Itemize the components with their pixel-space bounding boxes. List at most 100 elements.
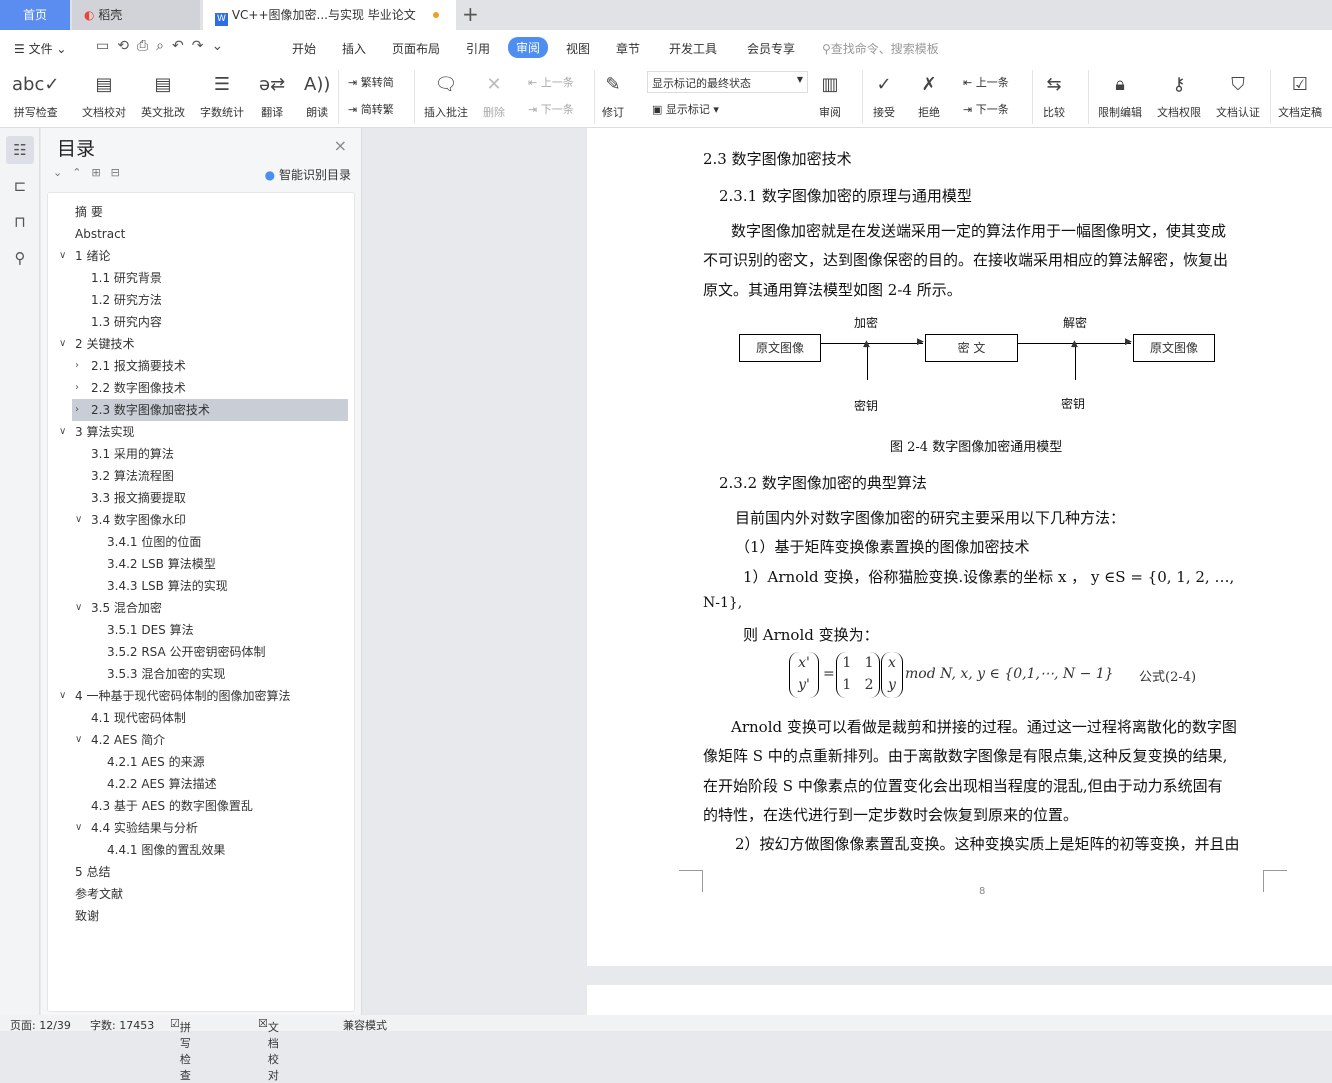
toc-item[interactable]: 4.2.2 AES 算法描述 — [48, 773, 348, 795]
doc-cert-button[interactable]: ⛉ 文档认证 — [1216, 72, 1260, 120]
menu-chapter[interactable]: 章节 — [616, 40, 640, 57]
tab-document[interactable]: W VC++图像加密...与实现 毕业论文 — [203, 0, 456, 30]
toc-item[interactable]: 3.2 算法流程图 — [48, 465, 348, 487]
menu-member[interactable]: 会员专享 — [747, 40, 795, 57]
toc-item[interactable]: 1.1 研究背景 — [48, 267, 348, 289]
toc-item[interactable]: 3.5.3 混合加密的实现 — [48, 663, 348, 685]
simp-to-trad-button[interactable]: ⇥ 简转繁 — [348, 101, 394, 117]
prev-change-button[interactable]: ⇤ 上一条 — [963, 74, 1009, 90]
toc-item[interactable]: 3.5.2 RSA 公开密钥密码体制 — [48, 641, 348, 663]
next-change-button[interactable]: ⇥ 下一条 — [963, 101, 1009, 117]
doc-permission-button[interactable]: ⚷ 文档权限 — [1157, 72, 1201, 120]
word-count-button[interactable]: ☰ 字数统计 — [200, 72, 244, 120]
toc-item[interactable]: 5 总结 — [48, 861, 348, 883]
toc-item[interactable]: › 2.2 数字图像技术 — [48, 377, 348, 399]
toc-item[interactable]: 1.2 研究方法 — [48, 289, 348, 311]
spell-check-button[interactable]: abc✓ 拼写检查 — [12, 72, 59, 120]
review-pane-button[interactable]: ▥ 审阅 — [819, 72, 841, 120]
chevron-down-icon[interactable]: ∨ — [75, 729, 82, 751]
toc-item[interactable]: ∨ 1 绪论 — [48, 245, 348, 267]
trad-to-simp-button[interactable]: ⇥ 繁转简 — [348, 74, 394, 90]
new-tab-button[interactable]: + — [462, 2, 479, 26]
menu-insert[interactable]: 插入 — [342, 40, 366, 57]
chevron-right-icon[interactable]: › — [75, 399, 79, 421]
english-correct-button[interactable]: ▤ 英文批改 — [141, 72, 185, 120]
tab-daoke[interactable]: ◐ 稻壳 — [72, 0, 200, 30]
reject-button[interactable]: ✗ 拒绝 — [918, 72, 940, 120]
menu-review[interactable]: 审阅 — [508, 37, 549, 58]
paragraph-line: 在开始阶段 S 中像素点的位置变化会出现相当程度的混乱,但由于动力系统固有 — [703, 777, 1223, 795]
toc-item[interactable]: 3.4.1 位图的位面 — [48, 531, 348, 553]
reject-icon: ✗ — [921, 74, 937, 95]
figure-label-key: 密钥 — [854, 399, 879, 413]
search-icon[interactable]: ⚲ — [6, 244, 34, 272]
toc-item[interactable]: ∨ 4.2 AES 简介 — [48, 729, 348, 751]
toc-list: 摘 要 Abstract ∨ 1 绪论 1.1 研究背景 1.2 研究方法 1.3 研究内容… — [47, 192, 355, 1012]
close-icon[interactable]: × — [334, 136, 347, 155]
chevron-down-icon[interactable]: ∨ — [59, 685, 66, 707]
show-markup-button[interactable]: ▣ 显示标记 ▾ — [652, 101, 719, 117]
toc-item[interactable]: 1.3 研究内容 — [48, 311, 348, 333]
toc-item[interactable]: Abstract — [48, 223, 348, 245]
compare-icon: ⇆ — [1046, 74, 1062, 95]
toc-item[interactable]: 致谢 — [48, 905, 348, 927]
toc-item[interactable]: 4.3 基于 AES 的数字图像置乱 — [48, 795, 348, 817]
toc-item[interactable]: 4.4.1 图像的置乱效果 — [48, 839, 348, 861]
menu-reference[interactable]: 引用 — [466, 40, 490, 57]
next-comment-button[interactable]: ⇥ 下一条 — [528, 101, 574, 117]
toc-item[interactable]: 3.3 报文摘要提取 — [48, 487, 348, 509]
toc-item[interactable]: ∨ 2 关键技术 — [48, 333, 348, 355]
delete-comment-button[interactable]: ✕ 删除 — [483, 72, 505, 120]
chevron-right-icon[interactable]: › — [75, 377, 79, 399]
doc-proof-toggle[interactable]: ☒ 文档校对 — [258, 1017, 279, 1082]
menu-layout[interactable]: 页面布局 — [392, 40, 440, 57]
revise-button[interactable]: ✎ 修订 — [602, 72, 624, 120]
chevron-down-icon[interactable]: ∨ — [75, 817, 82, 839]
menu-devtools[interactable]: 开发工具 — [669, 40, 717, 57]
toc-item[interactable]: ∨ 3.4 数字图像水印 — [48, 509, 348, 531]
menu-view[interactable]: 视图 — [566, 40, 590, 57]
toc-item[interactable]: 4.2.1 AES 的来源 — [48, 751, 348, 773]
quick-access-icons[interactable]: ▭⟲⎙⌕↶↷⌄ — [96, 38, 231, 54]
chevron-down-icon[interactable]: ∨ — [75, 509, 82, 531]
doc-proof-button[interactable]: ▤ 文档校对 — [82, 72, 126, 120]
toc-item[interactable]: 摘 要 — [48, 201, 348, 223]
spell-check-toggle[interactable]: ☑ 拼写检查 — [170, 1017, 191, 1082]
insert-comment-button[interactable]: 🗨 插入批注 — [424, 72, 468, 120]
compare-button[interactable]: ⇆ 比较 — [1043, 72, 1065, 120]
toc-item[interactable]: 3.4.3 LSB 算法的实现 — [48, 575, 348, 597]
file-menu[interactable]: ☰ 文件 ⌄ — [14, 40, 66, 57]
chevron-down-icon[interactable]: ∨ — [59, 421, 66, 443]
paragraph-line: 则 Arnold 变换为： — [743, 626, 879, 644]
toc-item[interactable]: 3.1 采用的算法 — [48, 443, 348, 465]
menu-start[interactable]: 开始 — [292, 40, 316, 57]
chevron-down-icon[interactable]: ∨ — [75, 597, 82, 619]
translate-button[interactable]: ə⇄ 翻译 — [259, 72, 285, 120]
toc-item[interactable]: 4.1 现代密码体制 — [48, 707, 348, 729]
toc-item[interactable]: ∨ 3 算法实现 — [48, 421, 348, 443]
toc-item[interactable]: › 2.3 数字图像加密技术 — [72, 399, 348, 421]
toc-icon[interactable]: ☷ — [6, 136, 34, 164]
markup-state-select[interactable]: 显示标记的最终状态 ▼ — [647, 71, 808, 93]
toc-item[interactable]: › 2.1 报文摘要技术 — [48, 355, 348, 377]
accept-button[interactable]: ✓ 接受 — [873, 72, 895, 120]
toc-item[interactable]: 3.4.2 LSB 算法模型 — [48, 553, 348, 575]
prev-comment-button[interactable]: ⇤ 上一条 — [528, 74, 574, 90]
toc-item[interactable]: 参考文献 — [48, 883, 348, 905]
bookmark-icon[interactable]: ⊓ — [6, 208, 34, 236]
toc-item[interactable]: ∨ 4.4 实验结果与分析 — [48, 817, 348, 839]
restrict-edit-button[interactable]: 🔒︎ 限制编辑 — [1098, 72, 1142, 120]
navigation-icon[interactable]: ⊏ — [6, 172, 34, 200]
toc-item[interactable]: 3.5.1 DES 算法 — [48, 619, 348, 641]
toc-item[interactable]: ∨ 4 一种基于现代密码体制的图像加密算法 — [48, 685, 348, 707]
smart-toc-button[interactable]: ● 智能识别目录 — [265, 166, 351, 183]
search-command[interactable]: ⚲查找命令、搜索模板 — [822, 40, 939, 57]
doc-final-button[interactable]: ☑ 文档定稿 — [1278, 72, 1322, 120]
toc-controls[interactable]: ⌄⌃⊞⊟ — [53, 166, 130, 179]
chevron-down-icon[interactable]: ∨ — [59, 333, 66, 355]
read-aloud-button[interactable]: A)) 朗读 — [304, 72, 330, 120]
toc-item[interactable]: ∨ 3.5 混合加密 — [48, 597, 348, 619]
tab-home[interactable]: 首页 — [0, 0, 70, 30]
chevron-down-icon[interactable]: ∨ — [59, 245, 66, 267]
chevron-right-icon[interactable]: › — [75, 355, 79, 377]
